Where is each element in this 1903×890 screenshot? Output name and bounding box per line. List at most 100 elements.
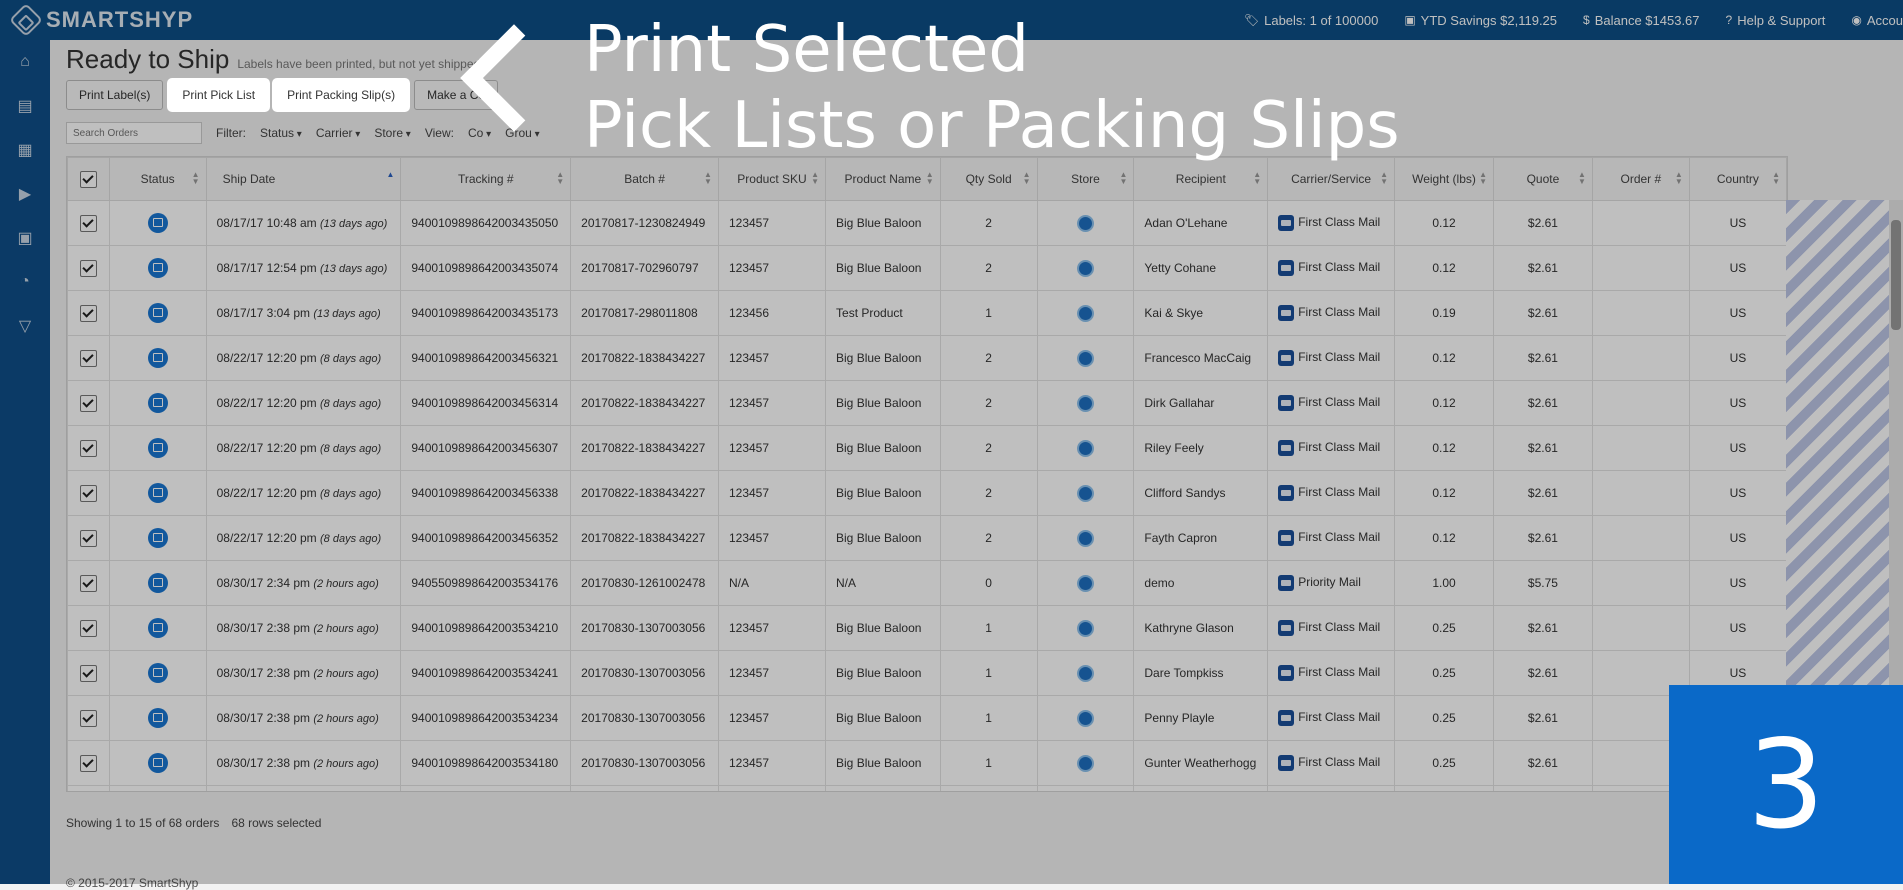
pie-chart-icon[interactable]: ◔ [0, 260, 50, 304]
store-cell [1036, 470, 1135, 516]
store-icon [1076, 304, 1094, 322]
tracking-cell[interactable]: 9400109898642003534180 [400, 740, 572, 786]
table-row[interactable]: 08/30/17 2:38 pm (2 hours ago)9400109898… [67, 695, 1787, 741]
row-select-cell[interactable] [67, 515, 110, 561]
batch-cell: 20170830-1307003056 [570, 785, 719, 791]
country-cell: US [1688, 290, 1787, 336]
help-support[interactable]: ? Help & Support [1726, 13, 1826, 28]
row-checkbox[interactable] [79, 754, 97, 772]
brand-name: SMARTSHYP [46, 7, 194, 32]
row-checkbox[interactable] [79, 484, 97, 502]
col-ship-date[interactable]: Ship Date ▲ [205, 157, 402, 201]
basket-icon[interactable]: ▤ [0, 84, 50, 128]
row-checkbox[interactable] [79, 214, 97, 232]
orders-table-container: Status ▲ ▼ Ship Date ▲ Tracking # ▲ ▼ Batch #… [66, 156, 1788, 792]
row-select-cell[interactable] [67, 425, 110, 471]
recipient-cell: Gunter Weatherhogg [1133, 740, 1269, 786]
status-filter[interactable]: Status [260, 126, 302, 140]
select-all-header[interactable] [67, 157, 110, 201]
ship-date-cell: 08/22/17 12:20 pm (8 days ago) [205, 515, 402, 561]
carrier-cell: First Class Mail [1267, 245, 1395, 291]
row-checkbox[interactable] [79, 619, 97, 637]
contacts-icon[interactable]: ▣ [0, 216, 50, 260]
table-row[interactable]: 08/17/17 3:04 pm (13 days ago) 9400109898… [67, 290, 1787, 336]
store-filter[interactable]: Store [374, 126, 411, 140]
calendar-icon[interactable]: ▦ [0, 128, 50, 172]
account-menu[interactable]: ◉ Accou [1851, 13, 1903, 28]
col-weight[interactable]: Weight (lbs) ▲ ▼ [1394, 157, 1494, 201]
row-select-cell[interactable] [67, 650, 110, 696]
tracking-cell[interactable]: 9400109898642003435173 [400, 290, 572, 336]
tracking-cell[interactable]: 9400109898642003456338 [400, 470, 572, 516]
table-row[interactable]: 08/22/17 12:20 pm (8 days ago) 9400109898… [67, 335, 1787, 381]
print-pick-list-button[interactable]: Print Pick List [169, 80, 269, 110]
tracking-cell[interactable]: 9400109898642003435074 [400, 245, 572, 291]
table-row[interactable]: 08/30/17 2:38 pm (2 hours ago)9400109898… [67, 740, 1787, 786]
row-select-cell[interactable] [67, 380, 110, 426]
tracking-cell[interactable]: 9400109898642003456321 [400, 335, 572, 381]
row-select-cell[interactable] [67, 740, 110, 786]
quote-cell: $2.61 [1492, 470, 1593, 516]
columns-dropdown[interactable]: Co [468, 126, 491, 140]
tracking-cell[interactable]: 9400109898642003456352 [400, 515, 572, 561]
home-icon[interactable]: ⌂ [0, 40, 50, 84]
quote-cell: $2.61 [1492, 335, 1593, 381]
row-checkbox[interactable] [79, 259, 97, 277]
row-select-cell[interactable] [67, 785, 110, 791]
table-row[interactable]: 08/17/17 12:54 pm (13 days ago) 940010989… [67, 245, 1787, 291]
row-select-cell[interactable] [67, 695, 110, 741]
col-tracking[interactable]: Tracking # ▲ ▼ [400, 157, 572, 201]
tracking-cell[interactable]: 9400109898642003456314 [400, 380, 572, 426]
table-row[interactable]: 08/22/17 12:20 pm (8 days ago) 9400109898… [67, 470, 1787, 516]
table-row[interactable]: 08/22/17 12:20 pm (8 days ago) 9400109898… [67, 515, 1787, 561]
table-row[interactable]: 08/30/17 2:34 pm (2 hours ago) 9405509898… [67, 560, 1787, 606]
ytd-savings[interactable]: ▣ YTD Savings $2,119.25 [1404, 13, 1557, 28]
cart-icon[interactable]: ▽ [0, 304, 50, 348]
store-cell [1036, 425, 1135, 471]
table-row[interactable]: 08/30/17 2:38 pm (2 hours ago)9400109898… [67, 650, 1787, 696]
select-all-checkbox[interactable] [79, 170, 97, 188]
row-select-cell[interactable] [67, 470, 110, 516]
row-checkbox[interactable] [79, 664, 97, 682]
table-row[interactable]: 08/30/17 2:38 pm (2 hours ago)9400109898… [67, 785, 1787, 791]
row-select-cell[interactable] [67, 335, 110, 381]
table-row[interactable]: 08/22/17 12:20 pm (8 days ago) 9400109898… [67, 380, 1787, 426]
col-order[interactable]: Order # ▲ ▼ [1591, 157, 1690, 201]
col-status[interactable]: Status ▲ ▼ [108, 157, 207, 201]
row-checkbox[interactable] [79, 304, 97, 322]
store-icon [1076, 664, 1094, 682]
row-select-cell[interactable] [67, 200, 110, 246]
tracking-cell[interactable]: 9400109898642003456307 [400, 425, 572, 471]
truck-icon[interactable]: ▶ [0, 172, 50, 216]
tracking-cell[interactable]: 9400109898642003534241 [400, 650, 572, 696]
row-checkbox[interactable] [79, 529, 97, 547]
row-checkbox[interactable] [79, 574, 97, 592]
recipient-cell: Clifford Sandys [1133, 470, 1269, 516]
search-input[interactable] [66, 122, 202, 144]
balance[interactable]: $ Balance $1453.67 [1583, 13, 1700, 28]
tracking-cell[interactable]: 9400109898642003435050 [400, 200, 572, 246]
row-select-cell[interactable] [67, 245, 110, 291]
table-row[interactable]: 08/17/17 10:48 am (13 days ago) 940010989… [67, 200, 1787, 246]
row-checkbox[interactable] [79, 394, 97, 412]
row-checkbox[interactable] [79, 349, 97, 367]
table-row[interactable]: 08/30/17 2:38 pm (2 hours ago)9400109898… [67, 605, 1787, 651]
row-checkbox[interactable] [79, 709, 97, 727]
sort-icon: ▲ ▼ [191, 170, 200, 186]
table-row[interactable]: 08/22/17 12:20 pm (8 days ago) 9400109898… [67, 425, 1787, 471]
col-quote[interactable]: Quote ▲ ▼ [1492, 157, 1593, 201]
tracking-cell[interactable]: 9400109898642003534234 [400, 695, 572, 741]
tracking-cell[interactable]: 9405509898642003534176 [400, 560, 572, 606]
row-checkbox[interactable] [79, 439, 97, 457]
tracking-cell[interactable]: 9400109898642003534258 [400, 785, 572, 791]
scrollbar-thumb[interactable] [1891, 220, 1901, 330]
print-packing-slips-button[interactable]: Print Packing Slip(s) [274, 80, 409, 110]
brand-logo[interactable]: SMARTSHYP [9, 3, 194, 37]
row-select-cell[interactable] [67, 560, 110, 606]
tracking-cell[interactable]: 9400109898642003534210 [400, 605, 572, 651]
col-country[interactable]: Country ▲ ▼ [1688, 157, 1787, 201]
carrier-filter[interactable]: Carrier [316, 126, 360, 140]
row-select-cell[interactable] [67, 290, 110, 336]
printed-status-icon [147, 663, 168, 683]
row-select-cell[interactable] [67, 605, 110, 651]
